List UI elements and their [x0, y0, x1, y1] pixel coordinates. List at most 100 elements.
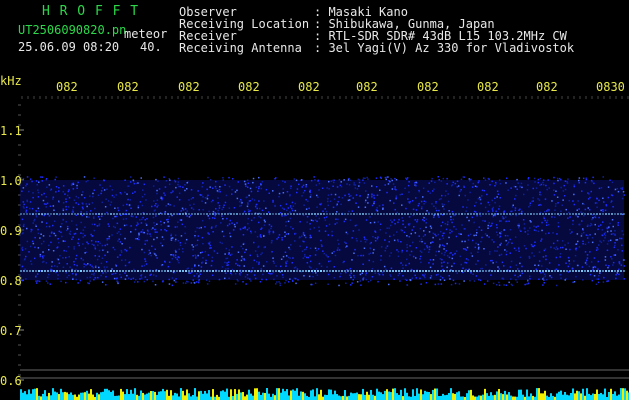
signal-line-lower: [200, 270, 202, 272]
baseline-bar: [158, 391, 160, 400]
signal-line-upper: [149, 213, 151, 215]
signal-line-lower: [458, 270, 460, 272]
y-axis-label: 0.8: [0, 274, 22, 288]
signal-line-upper: [386, 213, 388, 215]
signal-line-upper: [170, 213, 172, 215]
signal-line-lower: [32, 270, 34, 272]
baseline-bar: [526, 389, 528, 400]
signal-line-lower: [335, 270, 337, 272]
signal-line-lower: [137, 270, 139, 272]
signal-line-lower: [497, 270, 499, 272]
baseline-bar: [132, 393, 134, 400]
baseline-bar: [624, 388, 626, 400]
signal-line-upper: [35, 213, 37, 215]
signal-line-upper: [602, 213, 604, 215]
signal-line-lower: [128, 270, 130, 272]
baseline-bar: [292, 389, 294, 400]
signal-line-lower: [464, 270, 466, 272]
signal-line-lower: [476, 270, 478, 272]
signal-line-upper: [338, 213, 340, 215]
signal-line-lower: [299, 270, 301, 272]
baseline-bar: [394, 388, 396, 400]
baseline-bar: [30, 393, 32, 400]
signal-line-upper: [56, 213, 58, 215]
baseline-bar: [172, 395, 174, 400]
signal-line-lower: [578, 270, 580, 272]
signal-line-lower: [455, 270, 457, 272]
baseline-bar: [512, 396, 514, 400]
baseline-bar: [28, 389, 30, 400]
signal-line-lower: [68, 270, 70, 272]
signal-line-upper: [92, 213, 94, 215]
baseline-bar: [560, 390, 562, 400]
baseline-bar: [352, 393, 354, 400]
baseline-bar: [290, 390, 292, 400]
signal-line-lower: [482, 270, 484, 272]
signal-line-upper: [344, 213, 346, 215]
signal-line-lower: [230, 270, 232, 272]
signal-line-lower: [377, 270, 379, 272]
signal-line-lower: [605, 270, 607, 272]
baseline-bar: [332, 394, 334, 400]
signal-line-lower: [413, 270, 415, 272]
datetime-label: 25.06.09 08:20: [18, 40, 120, 54]
signal-line-upper: [86, 213, 88, 215]
signal-line-upper: [368, 213, 370, 215]
signal-line-upper: [185, 213, 187, 215]
signal-line-lower: [107, 270, 109, 272]
baseline-bar: [302, 391, 304, 400]
signal-line-upper: [173, 213, 175, 215]
y-axis-label: 0.6: [0, 374, 22, 388]
baseline-bar: [44, 390, 46, 400]
signal-line-upper: [566, 213, 568, 215]
signal-line-lower: [374, 270, 376, 272]
signal-line-lower: [104, 270, 106, 272]
signal-line-upper: [416, 213, 418, 215]
signal-line-lower: [293, 270, 295, 272]
baseline-bar: [128, 394, 130, 400]
signal-line-upper: [431, 213, 433, 215]
signal-line-upper: [563, 213, 565, 215]
signal-line-upper: [578, 213, 580, 215]
signal-line-upper: [347, 213, 349, 215]
baseline-bar: [180, 388, 182, 400]
signal-line-upper: [299, 213, 301, 215]
baseline-bar: [614, 391, 616, 400]
baseline-bar: [80, 392, 82, 400]
signal-line-upper: [146, 213, 148, 215]
baseline-bar: [566, 394, 568, 400]
baseline-bar: [234, 389, 236, 400]
baseline-bar: [432, 389, 434, 400]
baseline-bar: [96, 392, 98, 400]
signal-line-upper: [266, 213, 268, 215]
baseline-bar: [154, 391, 156, 400]
signal-line-upper: [536, 213, 538, 215]
signal-line-upper: [569, 213, 571, 215]
baseline-bar: [198, 391, 200, 400]
signal-line-upper: [80, 213, 82, 215]
baseline-bar: [426, 391, 428, 400]
baseline-bar: [510, 395, 512, 400]
signal-line-lower: [29, 270, 31, 272]
signal-line-lower: [146, 270, 148, 272]
baseline-bar: [568, 395, 570, 400]
baseline-bar: [100, 392, 102, 400]
signal-line-lower: [617, 270, 619, 272]
time-tick: 082: [178, 80, 200, 94]
baseline-bar: [466, 393, 468, 400]
signal-line-upper: [374, 213, 376, 215]
signal-line-lower: [584, 270, 586, 272]
signal-line-lower: [278, 270, 280, 272]
baseline-bar: [552, 395, 554, 400]
signal-line-lower: [308, 270, 310, 272]
signal-line-lower: [437, 270, 439, 272]
signal-line-lower: [155, 270, 157, 272]
signal-line-lower: [365, 270, 367, 272]
baseline-bar: [344, 390, 346, 400]
baseline-bar: [356, 392, 358, 400]
baseline-bar: [24, 391, 26, 400]
baseline-bar: [38, 395, 40, 400]
signal-line-upper: [485, 213, 487, 215]
signal-line-lower: [392, 270, 394, 272]
signal-line-upper: [62, 213, 64, 215]
